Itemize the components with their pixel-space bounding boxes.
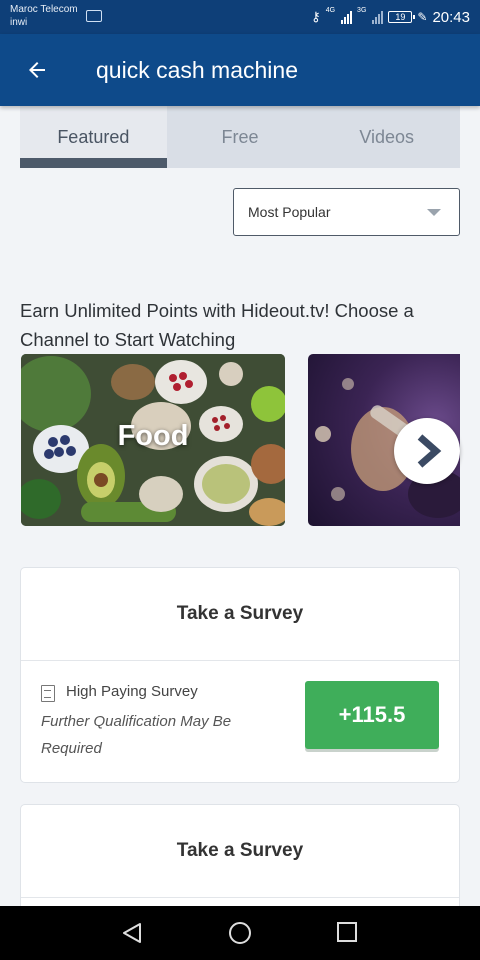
status-indicators: ⚷ 4G 3G 19 ✎ 20:43 [311,7,470,27]
nav-recent-apps-icon[interactable] [337,922,357,942]
promo-text: Earn Unlimited Points with Hideout.tv! C… [20,300,414,350]
network-type-1: 4G [325,7,336,14]
sort-dropdown[interactable]: Most Popular [233,188,460,236]
status-bar: Maroc Telecom inwi ⚷ 4G 3G 19 ✎ 20:43 [0,0,480,34]
carrier-1: Maroc Telecom [10,4,78,15]
arrow-left-icon [29,62,45,78]
signal-icon-2 [372,10,384,24]
survey-title: High Paying Survey [66,683,198,700]
survey-body: High Paying Survey Further Qualification… [21,661,459,783]
channel-carousel: Food [20,354,460,526]
app-bar: quick cash machine [0,34,480,106]
document-icon [41,685,55,702]
nav-back-icon[interactable] [121,922,143,944]
tab-videos[interactable]: Videos [313,106,460,168]
tab-bar: Featured Free Videos [20,106,460,168]
back-button[interactable] [0,34,74,106]
carrier-2: inwi [10,17,28,28]
tab-featured[interactable]: Featured [20,106,167,168]
power-saving-icon: ✎ [417,10,428,24]
clock: 20:43 [432,8,470,26]
tab-free[interactable]: Free [167,106,314,168]
survey-header-2: Take a Survey [21,805,459,898]
survey-card: Take a Survey High Paying Survey Further… [20,567,460,783]
nav-home-icon[interactable] [229,922,251,944]
survey-note: Further Qualification May Be Required [41,713,232,757]
key-icon: ⚷ [311,9,321,24]
network-type-2: 3G [357,7,367,14]
carousel-next-button[interactable] [394,418,460,484]
sort-dropdown-value: Most Popular [248,204,331,220]
chevron-right-icon [417,434,442,468]
survey-points-button[interactable]: +115.5 [305,681,439,749]
page-title: quick cash machine [96,56,298,83]
channel-card-food[interactable]: Food [21,354,285,526]
chevron-down-icon [427,209,441,216]
channel-label-food: Food [117,420,189,452]
system-nav-bar [0,906,480,960]
signal-icon [341,10,353,24]
carrier-info: Maroc Telecom inwi [10,3,78,29]
activity-icon [86,10,102,22]
survey-header: Take a Survey [21,568,459,661]
battery-icon: 19 [388,11,416,23]
